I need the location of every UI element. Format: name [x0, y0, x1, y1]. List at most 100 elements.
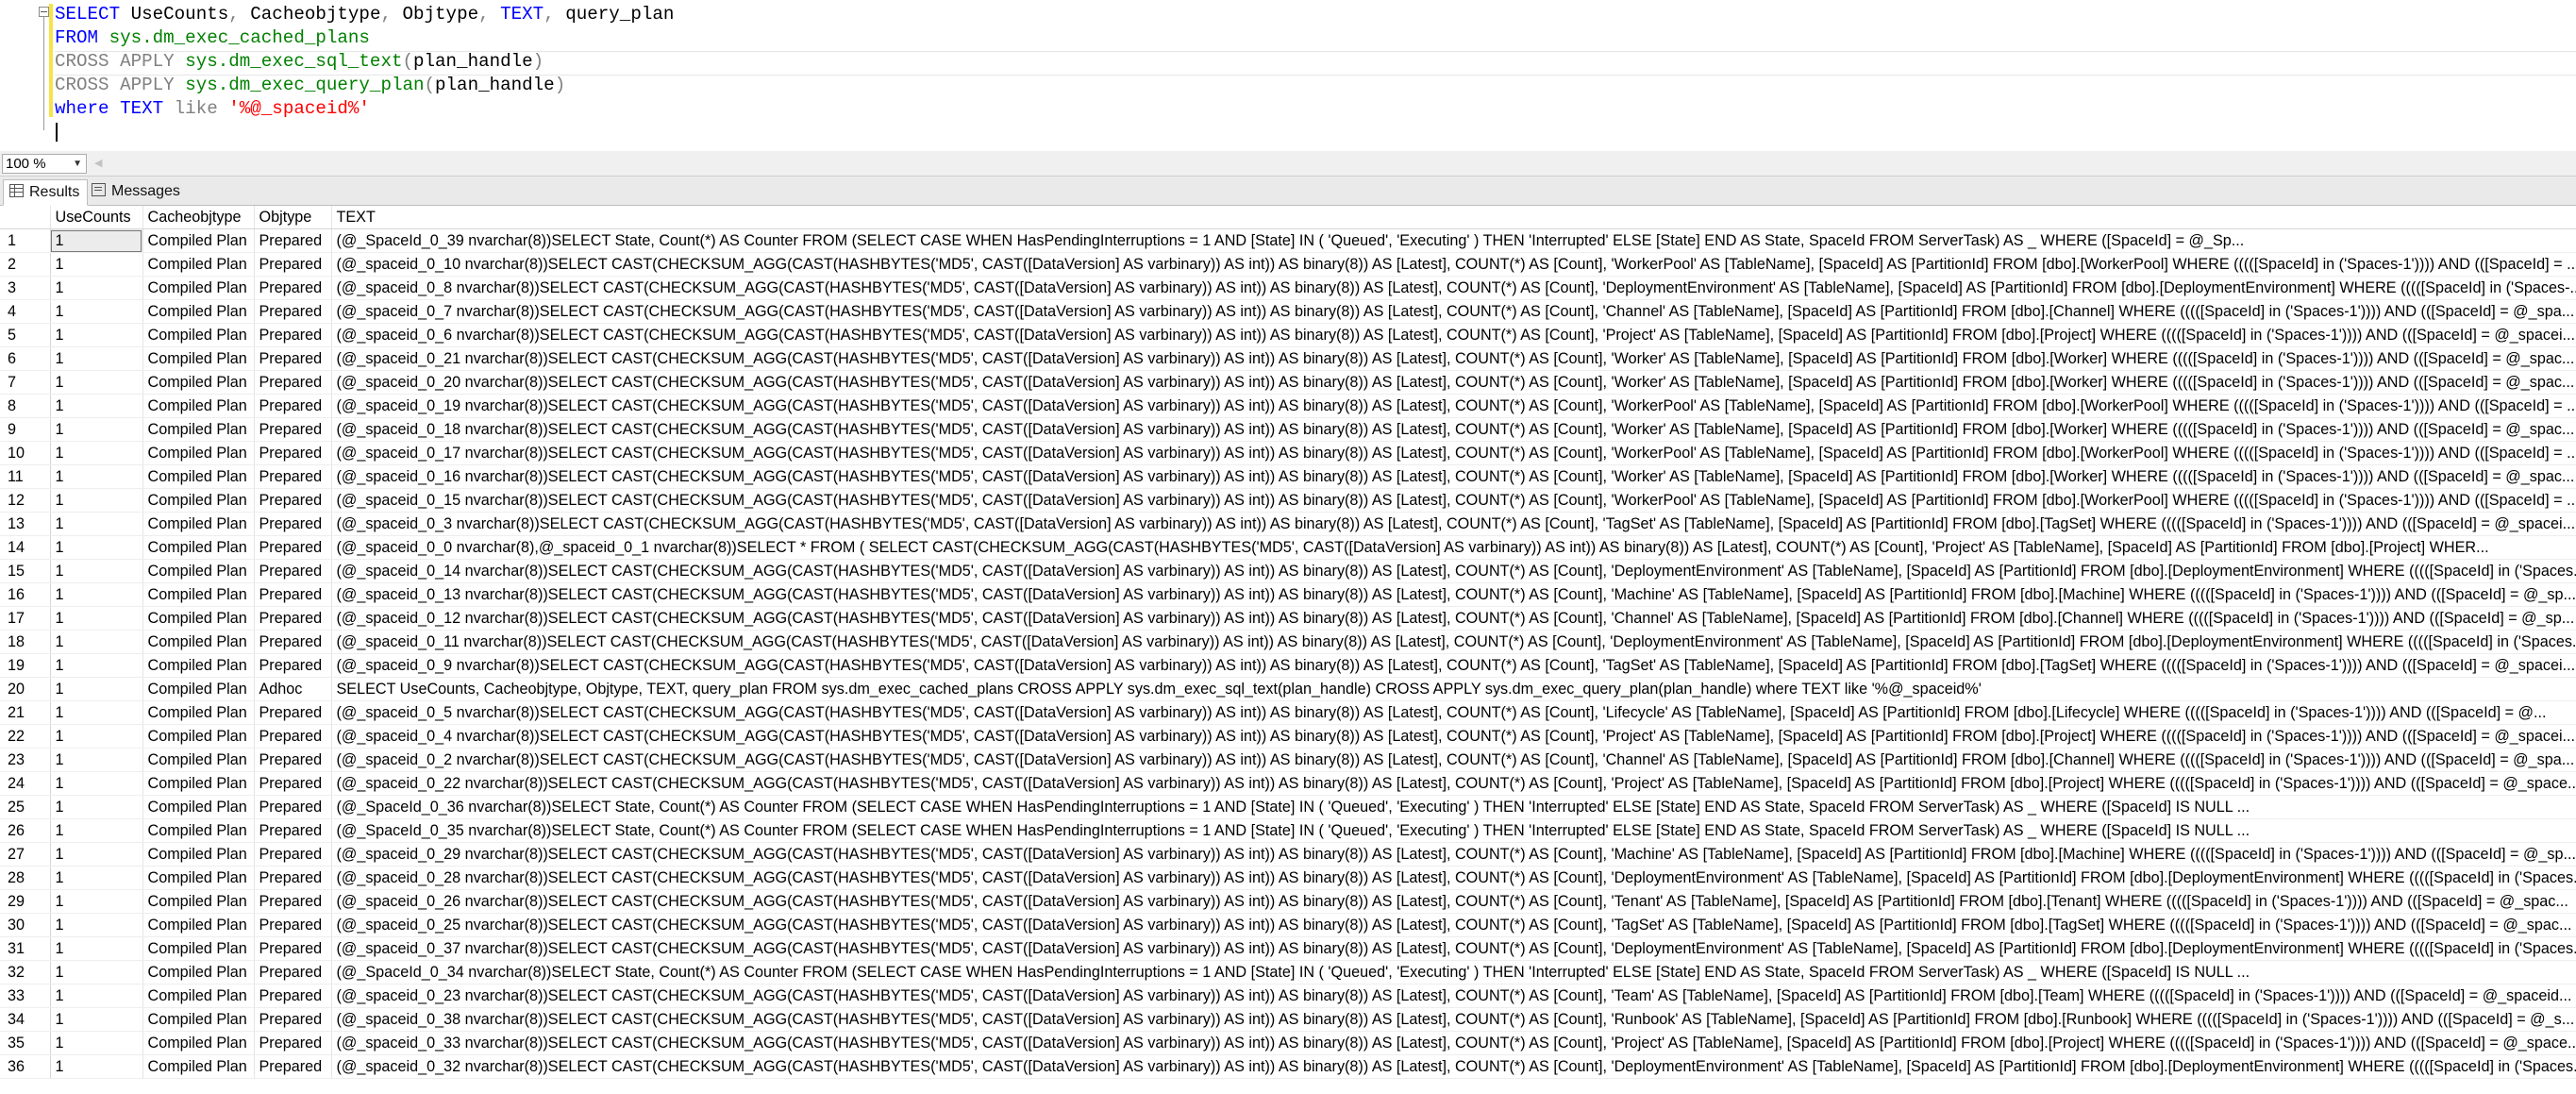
table-row[interactable]: 24 1 Compiled Plan Prepared (@_spaceid_0_22 … [0, 771, 2576, 796]
objtype-cell[interactable]: Prepared [254, 299, 332, 324]
sql-query-editor[interactable]: SELECT UseCounts, Cacheobjtype, Objtype,… [0, 0, 2576, 152]
text-cell[interactable]: (@_spaceid_0_23 nvarchar(8))SELECT CAST(… [331, 984, 2576, 1008]
row-number-cell[interactable]: 27 [0, 842, 51, 867]
row-number-cell[interactable]: 15 [0, 559, 51, 583]
row-number-cell[interactable]: 18 [0, 630, 51, 654]
table-row[interactable]: 11 1 Compiled Plan Prepared (@_spaceid_0_16 … [0, 464, 2576, 489]
row-number-cell[interactable]: 29 [0, 889, 51, 914]
text-cell[interactable]: (@_spaceid_0_21 nvarchar(8))SELECT CAST(… [331, 346, 2576, 371]
text-cell[interactable]: (@_SpaceId_0_39 nvarchar(8))SELECT State… [331, 228, 2576, 253]
row-number-cell[interactable]: 10 [0, 441, 51, 465]
table-row[interactable]: 34 1 Compiled Plan Prepared (@_spaceid_0_38 … [0, 1007, 2576, 1032]
cacheobjtype-cell[interactable]: Compiled Plan [142, 512, 255, 536]
row-number-cell[interactable]: 1 [0, 228, 51, 253]
table-row[interactable]: 6 1 Compiled Plan Prepared (@_spaceid_0_21 n… [0, 346, 2576, 371]
usecounts-cell[interactable]: 1 [50, 889, 143, 914]
column-header-usecounts[interactable]: UseCounts [50, 206, 143, 229]
usecounts-cell[interactable]: 1 [50, 228, 143, 253]
row-number-cell[interactable]: 31 [0, 936, 51, 961]
row-number-cell[interactable]: 24 [0, 771, 51, 796]
table-row[interactable]: 36 1 Compiled Plan Prepared (@_spaceid_0_32 … [0, 1054, 2576, 1079]
objtype-cell[interactable]: Prepared [254, 276, 332, 300]
text-cell[interactable]: (@_spaceid_0_3 nvarchar(8))SELECT CAST(C… [331, 512, 2576, 536]
row-number-cell[interactable]: 17 [0, 606, 51, 631]
text-cell[interactable]: (@_spaceid_0_11 nvarchar(8))SELECT CAST(… [331, 630, 2576, 654]
table-row[interactable]: 5 1 Compiled Plan Prepared (@_spaceid_0_6 nv… [0, 323, 2576, 347]
table-row[interactable]: 1 1 Compiled Plan Prepared (@_SpaceId_0_39 n… [0, 228, 2576, 253]
usecounts-cell[interactable]: 1 [50, 394, 143, 418]
chevron-down-icon[interactable]: ▼ [73, 155, 82, 173]
text-cell[interactable]: (@_spaceid_0_37 nvarchar(8))SELECT CAST(… [331, 936, 2576, 961]
code-line[interactable]: where TEXT like '%@_spaceid%' [55, 97, 370, 121]
usecounts-cell[interactable]: 1 [50, 936, 143, 961]
usecounts-cell[interactable]: 1 [50, 464, 143, 489]
table-row[interactable]: 12 1 Compiled Plan Prepared (@_spaceid_0_15 … [0, 488, 2576, 513]
cacheobjtype-cell[interactable]: Compiled Plan [142, 1007, 255, 1032]
table-row[interactable]: 25 1 Compiled Plan Prepared (@_SpaceId_0_36 … [0, 795, 2576, 819]
cacheobjtype-cell[interactable]: Compiled Plan [142, 700, 255, 725]
table-row[interactable]: 26 1 Compiled Plan Prepared (@_SpaceId_0_35 … [0, 818, 2576, 843]
usecounts-cell[interactable]: 1 [50, 866, 143, 890]
table-row[interactable]: 10 1 Compiled Plan Prepared (@_spaceid_0_17 … [0, 441, 2576, 465]
objtype-cell[interactable]: Prepared [254, 889, 332, 914]
cacheobjtype-cell[interactable]: Compiled Plan [142, 842, 255, 867]
text-cell[interactable]: (@_spaceid_0_19 nvarchar(8))SELECT CAST(… [331, 394, 2576, 418]
text-cell[interactable]: (@_spaceid_0_7 nvarchar(8))SELECT CAST(C… [331, 299, 2576, 324]
table-row[interactable]: 33 1 Compiled Plan Prepared (@_spaceid_0_23 … [0, 984, 2576, 1008]
table-row[interactable]: 7 1 Compiled Plan Prepared (@_spaceid_0_20 n… [0, 370, 2576, 395]
usecounts-cell[interactable]: 1 [50, 960, 143, 985]
objtype-cell[interactable]: Adhoc [254, 677, 332, 701]
objtype-cell[interactable]: Prepared [254, 984, 332, 1008]
table-row[interactable]: 13 1 Compiled Plan Prepared (@_spaceid_0_3 n… [0, 512, 2576, 536]
objtype-cell[interactable]: Prepared [254, 370, 332, 395]
text-cell[interactable]: (@_spaceid_0_13 nvarchar(8))SELECT CAST(… [331, 582, 2576, 607]
table-row[interactable]: 18 1 Compiled Plan Prepared (@_spaceid_0_11 … [0, 630, 2576, 654]
row-number-cell[interactable]: 16 [0, 582, 51, 607]
cacheobjtype-cell[interactable]: Compiled Plan [142, 370, 255, 395]
objtype-cell[interactable]: Prepared [254, 1007, 332, 1032]
cacheobjtype-cell[interactable]: Compiled Plan [142, 606, 255, 631]
row-number-cell[interactable]: 30 [0, 913, 51, 937]
row-number-cell[interactable]: 19 [0, 653, 51, 678]
objtype-cell[interactable]: Prepared [254, 252, 332, 277]
code-line[interactable]: SELECT UseCounts, Cacheobjtype, Objtype,… [55, 3, 674, 26]
table-row[interactable]: 2 1 Compiled Plan Prepared (@_spaceid_0_10 n… [0, 252, 2576, 277]
table-row[interactable]: 35 1 Compiled Plan Prepared (@_spaceid_0_33 … [0, 1031, 2576, 1055]
row-number-cell[interactable]: 12 [0, 488, 51, 513]
objtype-cell[interactable]: Prepared [254, 535, 332, 560]
usecounts-cell[interactable]: 1 [50, 700, 143, 725]
objtype-cell[interactable]: Prepared [254, 228, 332, 253]
cacheobjtype-cell[interactable]: Compiled Plan [142, 984, 255, 1008]
text-cell[interactable]: (@_spaceid_0_12 nvarchar(8))SELECT CAST(… [331, 606, 2576, 631]
usecounts-cell[interactable]: 1 [50, 653, 143, 678]
text-cell[interactable]: (@_spaceid_0_18 nvarchar(8))SELECT CAST(… [331, 417, 2576, 442]
column-header-objtype[interactable]: Objtype [254, 206, 332, 229]
collapse-outline-icon[interactable] [39, 7, 49, 17]
table-row[interactable]: 27 1 Compiled Plan Prepared (@_spaceid_0_29 … [0, 842, 2576, 867]
usecounts-cell[interactable]: 1 [50, 1007, 143, 1032]
cacheobjtype-cell[interactable]: Compiled Plan [142, 889, 255, 914]
row-number-cell[interactable]: 32 [0, 960, 51, 985]
text-cell[interactable]: (@_SpaceId_0_35 nvarchar(8))SELECT State… [331, 818, 2576, 843]
cacheobjtype-cell[interactable]: Compiled Plan [142, 913, 255, 937]
usecounts-cell[interactable]: 1 [50, 441, 143, 465]
cacheobjtype-cell[interactable]: Compiled Plan [142, 1031, 255, 1055]
usecounts-cell[interactable]: 1 [50, 276, 143, 300]
objtype-cell[interactable]: Prepared [254, 346, 332, 371]
objtype-cell[interactable]: Prepared [254, 700, 332, 725]
row-number-cell[interactable]: 13 [0, 512, 51, 536]
cacheobjtype-cell[interactable]: Compiled Plan [142, 252, 255, 277]
cacheobjtype-cell[interactable]: Compiled Plan [142, 677, 255, 701]
code-line[interactable]: CROSS APPLY sys.dm_exec_query_plan(plan_… [55, 74, 565, 97]
usecounts-cell[interactable]: 1 [50, 771, 143, 796]
code-line[interactable] [55, 121, 58, 144]
table-row[interactable]: 30 1 Compiled Plan Prepared (@_spaceid_0_25 … [0, 913, 2576, 937]
objtype-cell[interactable]: Prepared [254, 1031, 332, 1055]
text-cell[interactable]: (@_spaceid_0_6 nvarchar(8))SELECT CAST(C… [331, 323, 2576, 347]
text-cell[interactable]: (@_spaceid_0_33 nvarchar(8))SELECT CAST(… [331, 1031, 2576, 1055]
usecounts-cell[interactable]: 1 [50, 512, 143, 536]
cacheobjtype-cell[interactable]: Compiled Plan [142, 535, 255, 560]
cacheobjtype-cell[interactable]: Compiled Plan [142, 488, 255, 513]
cacheobjtype-cell[interactable]: Compiled Plan [142, 771, 255, 796]
objtype-cell[interactable]: Prepared [254, 771, 332, 796]
